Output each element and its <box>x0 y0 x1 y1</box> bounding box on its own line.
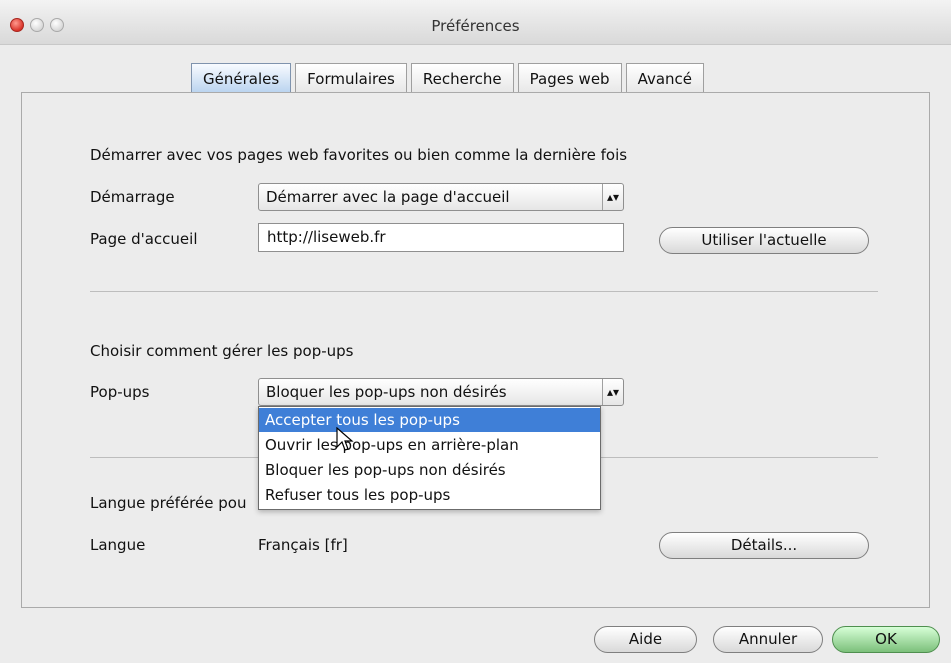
tab-recherche-label: Recherche <box>422 70 502 88</box>
popups-dropdown-menu: Accepter tous les pop-ups Ouvrir les pop… <box>258 406 601 510</box>
startup-label: Démarrage <box>90 188 175 206</box>
startup-section-title: Démarrer avec vos pages web favorites ou… <box>90 146 628 164</box>
language-value: Français [fr] <box>258 536 348 554</box>
popups-section-title: Choisir comment gérer les pop-ups <box>90 342 354 360</box>
tab-formulaires-label: Formulaires <box>307 70 395 88</box>
help-button[interactable]: Aide <box>594 626 697 653</box>
popup-option-refuse[interactable]: Refuser tous les pop-ups <box>259 483 600 507</box>
window-title: Préférences <box>431 17 520 35</box>
language-section-title: Langue préférée pou <box>90 494 247 512</box>
popup-option-background[interactable]: Ouvrir les pop-ups en arrière-plan <box>259 433 600 457</box>
ok-button[interactable]: OK <box>832 626 940 653</box>
window-titlebar: Préférences <box>0 0 951 45</box>
homepage-input[interactable]: http://liseweb.fr <box>258 223 624 252</box>
popup-option-block[interactable]: Bloquer les pop-ups non désirés <box>259 458 600 482</box>
homepage-label: Page d'accueil <box>90 230 198 248</box>
tab-recherche[interactable]: Recherche <box>410 63 514 93</box>
tab-formulaires[interactable]: Formulaires <box>295 63 407 93</box>
cancel-button[interactable]: Annuler <box>713 626 823 653</box>
tab-pages-web[interactable]: Pages web <box>517 63 622 93</box>
startup-select-value: Démarrer avec la page d'accueil <box>266 188 510 206</box>
startup-select[interactable]: Démarrer avec la page d'accueil ▴▾ <box>258 183 624 211</box>
use-current-button[interactable]: Utiliser l'actuelle <box>659 227 869 254</box>
tab-generales[interactable]: Générales <box>191 63 292 93</box>
popups-label: Pop-ups <box>90 383 150 401</box>
mouse-pointer-icon <box>336 427 354 451</box>
preferences-tabs: Générales Formulaires Recherche Pages we… <box>191 63 705 93</box>
tab-avance[interactable]: Avancé <box>625 63 705 93</box>
homepage-input-value: http://liseweb.fr <box>267 228 386 246</box>
details-button[interactable]: Détails... <box>659 532 869 559</box>
tab-generales-label: Générales <box>203 70 280 88</box>
tab-pages-web-label: Pages web <box>529 70 610 88</box>
popups-select-value: Bloquer les pop-ups non désirés <box>266 383 507 401</box>
select-arrows-icon: ▴▾ <box>602 379 623 405</box>
language-label: Langue <box>90 536 146 554</box>
tab-avance-label: Avancé <box>637 70 693 88</box>
popups-select[interactable]: Bloquer les pop-ups non désirés ▴▾ <box>258 378 624 406</box>
popup-option-accept[interactable]: Accepter tous les pop-ups <box>259 408 600 432</box>
section-divider <box>90 291 878 292</box>
select-arrows-icon: ▴▾ <box>602 184 623 210</box>
